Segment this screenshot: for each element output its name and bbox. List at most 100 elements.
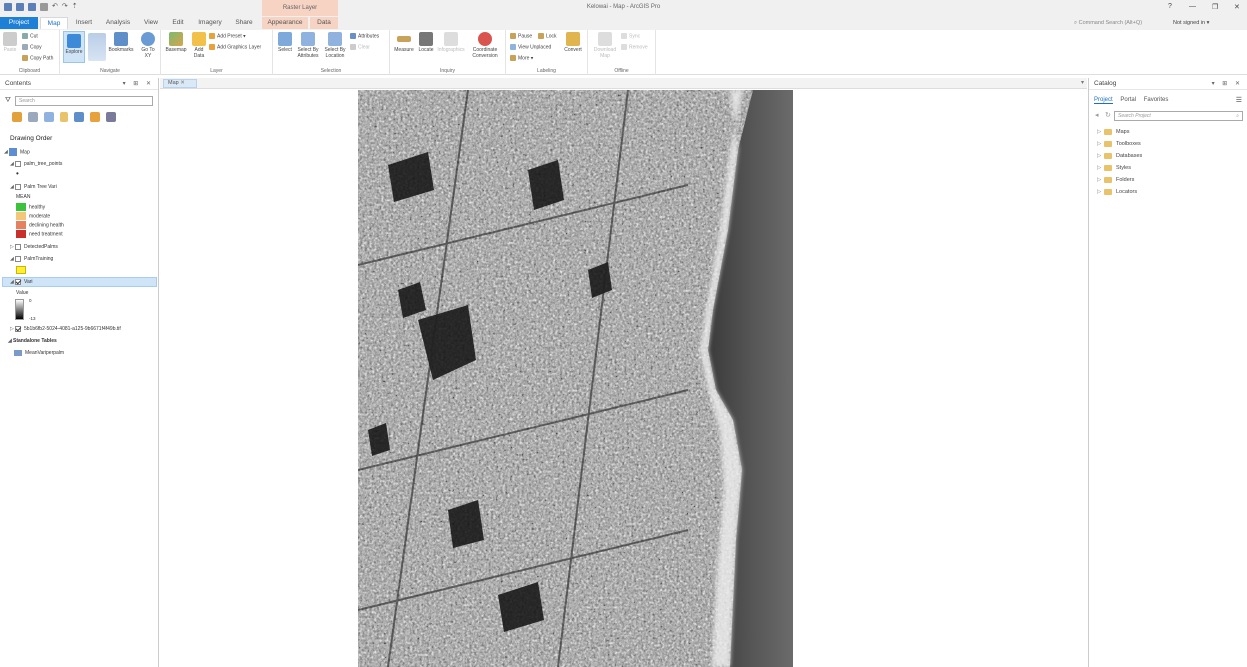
sync-button[interactable]: Sync (621, 33, 640, 39)
convert-button[interactable]: Convert (562, 32, 584, 53)
more-labeling-button[interactable]: More ▾ (510, 55, 533, 61)
tab-analysis[interactable]: Analysis (101, 17, 135, 29)
toc-layer-palm-training[interactable]: ◢ PalmTraining (10, 255, 53, 263)
catalog-item-databases[interactable]: ▷ Databases (1097, 152, 1142, 160)
tab-map-view[interactable]: Map ✕ (163, 79, 197, 88)
list-by-snapping-icon[interactable] (74, 112, 84, 122)
pause-icon (510, 33, 516, 39)
refresh-icon[interactable]: ↻ (1105, 111, 1111, 119)
catalog-item-locators[interactable]: ▷ Locators (1097, 188, 1137, 196)
add-data-button[interactable]: Add Data (189, 32, 209, 59)
toc-layer-palm-tree-points[interactable]: ◢ palm_tree_points (10, 160, 62, 168)
copy-button[interactable]: Copy (22, 44, 42, 50)
tab-appearance[interactable]: Appearance (262, 17, 308, 29)
pause-labeling-button[interactable]: Pause (510, 33, 532, 39)
standalone-tables-heading[interactable]: ◢Standalone Tables (8, 337, 57, 345)
minimize-button[interactable]: — (1189, 3, 1196, 10)
list-by-source-icon[interactable] (28, 112, 38, 122)
list-by-labeling-icon[interactable] (90, 112, 100, 122)
coordinate-conversion-button[interactable]: Coordinate Conversion (468, 32, 502, 59)
paste-button[interactable]: Paste (2, 32, 18, 53)
infographics-button[interactable]: Infographics (436, 32, 466, 53)
legend-swatch (16, 230, 26, 238)
clear-selection-button[interactable]: Clear (350, 44, 370, 50)
visibility-checkbox[interactable] (15, 160, 21, 167)
restore-button[interactable]: ❐ (1212, 3, 1218, 11)
pane-controls[interactable]: ▾ ⊞ ✕ (1212, 78, 1243, 90)
add-data-icon (192, 32, 206, 46)
copy-path-button[interactable]: Copy Path (22, 55, 53, 61)
download-map-button[interactable]: Download Map (590, 32, 620, 59)
catalog-search-input[interactable]: Search Project ⌕ (1114, 111, 1243, 121)
explore-icon (67, 34, 81, 48)
cut-button[interactable]: Cut (22, 33, 38, 39)
tab-insert[interactable]: Insert (70, 17, 98, 29)
filter-icon[interactable]: ⛛ (5, 97, 11, 105)
hamburger-menu-icon[interactable]: ☰ (1236, 96, 1242, 104)
close-button[interactable]: ✕ (1234, 3, 1240, 11)
help-button[interactable]: ? (1168, 3, 1172, 10)
tab-imagery[interactable]: Imagery (193, 17, 227, 29)
toc-layer-detected-palms[interactable]: ▷ DetectedPalms (10, 243, 58, 251)
select-button[interactable]: Select (275, 32, 295, 53)
basemap-button[interactable]: Basemap (163, 32, 189, 53)
command-search-input[interactable]: ⌕ Command Search (Alt+Q) (1074, 18, 1164, 28)
expand-icon[interactable]: ▷ (1097, 164, 1104, 172)
expand-icon[interactable]: ▷ (1097, 152, 1104, 160)
tab-data[interactable]: Data (310, 17, 338, 29)
list-by-drawing-order-icon[interactable] (12, 112, 22, 122)
toc-table[interactable]: MeanVariperpalm (14, 349, 64, 357)
view-menu-icon[interactable]: ▾ (1081, 79, 1084, 86)
tab-project[interactable]: Project (0, 17, 38, 29)
catalog-tab-portal[interactable]: Portal (1120, 97, 1136, 103)
explore-button[interactable]: Explore (63, 31, 85, 63)
visibility-checkbox[interactable] (15, 278, 21, 285)
search-icon[interactable]: ⌕ (1236, 112, 1239, 120)
remove-offline-button[interactable]: Remove (621, 44, 648, 50)
close-tab-icon[interactable]: ✕ (180, 80, 185, 86)
add-preset-button[interactable]: Add Preset ▾ (209, 33, 246, 39)
list-by-perspective-icon[interactable] (106, 112, 116, 122)
expand-icon[interactable]: ▷ (1097, 128, 1104, 136)
expand-icon[interactable]: ▷ (1097, 176, 1104, 184)
sign-in-status[interactable]: Not signed in ▾ (1173, 18, 1209, 28)
toc-layer-palm-tree-vari[interactable]: ◢ Palm Tree Vari (10, 183, 57, 191)
toc-map[interactable]: ◢ Map (4, 148, 30, 156)
lock-labeling-button[interactable]: Lock (538, 33, 557, 39)
go-to-xy-button[interactable]: Go To XY (138, 32, 158, 59)
add-graphics-layer-button[interactable]: Add Graphics Layer (209, 44, 261, 50)
tab-share[interactable]: Share (230, 17, 258, 29)
contents-search-input[interactable]: Search (15, 96, 153, 106)
pane-controls[interactable]: ▾ ⊞ ✕ (123, 78, 154, 90)
tab-view[interactable]: View (138, 17, 164, 29)
visibility-checkbox[interactable] (15, 255, 21, 262)
locate-button[interactable]: Locate (416, 32, 436, 53)
visibility-checkbox[interactable] (15, 243, 21, 250)
view-unplaced-button[interactable]: View Unplaced (510, 44, 551, 50)
catalog-item-toolboxes[interactable]: ▷ Toolboxes (1097, 140, 1141, 148)
tab-edit[interactable]: Edit (166, 17, 190, 29)
catalog-item-folders[interactable]: ▷ Folders (1097, 176, 1134, 184)
select-by-location-button[interactable]: Select By Location (322, 32, 348, 59)
list-by-selection-icon[interactable] (44, 112, 54, 122)
attributes-button[interactable]: Attributes (350, 33, 379, 39)
toc-layer-vari[interactable]: ◢ Vari (10, 278, 33, 286)
expand-icon[interactable]: ▷ (1097, 140, 1104, 148)
list-by-editing-icon[interactable] (60, 112, 68, 122)
back-icon[interactable]: ◂ (1095, 111, 1099, 119)
catalog-tab-project[interactable]: Project (1094, 97, 1113, 104)
expand-icon[interactable]: ▷ (1097, 188, 1104, 196)
catalog-tab-favorites[interactable]: Favorites (1144, 97, 1169, 103)
visibility-checkbox[interactable] (15, 325, 21, 332)
visibility-checkbox[interactable] (15, 183, 21, 190)
measure-button[interactable]: Measure (392, 32, 416, 53)
raster-image[interactable] (358, 90, 793, 667)
bookmarks-button[interactable]: Bookmarks (108, 32, 134, 53)
tab-map[interactable]: Map (40, 17, 68, 29)
paste-label: Paste (3, 47, 17, 53)
navigate-tools-icon[interactable] (88, 33, 106, 61)
catalog-item-maps[interactable]: ▷ Maps (1097, 128, 1129, 136)
catalog-item-styles[interactable]: ▷ Styles (1097, 164, 1131, 172)
toc-layer-raster[interactable]: ▷ 5b1b6fb2-5024-4081-a125-9b6671f4f49b.ti… (10, 325, 121, 333)
select-by-attributes-button[interactable]: Select By Attributes (295, 32, 321, 59)
